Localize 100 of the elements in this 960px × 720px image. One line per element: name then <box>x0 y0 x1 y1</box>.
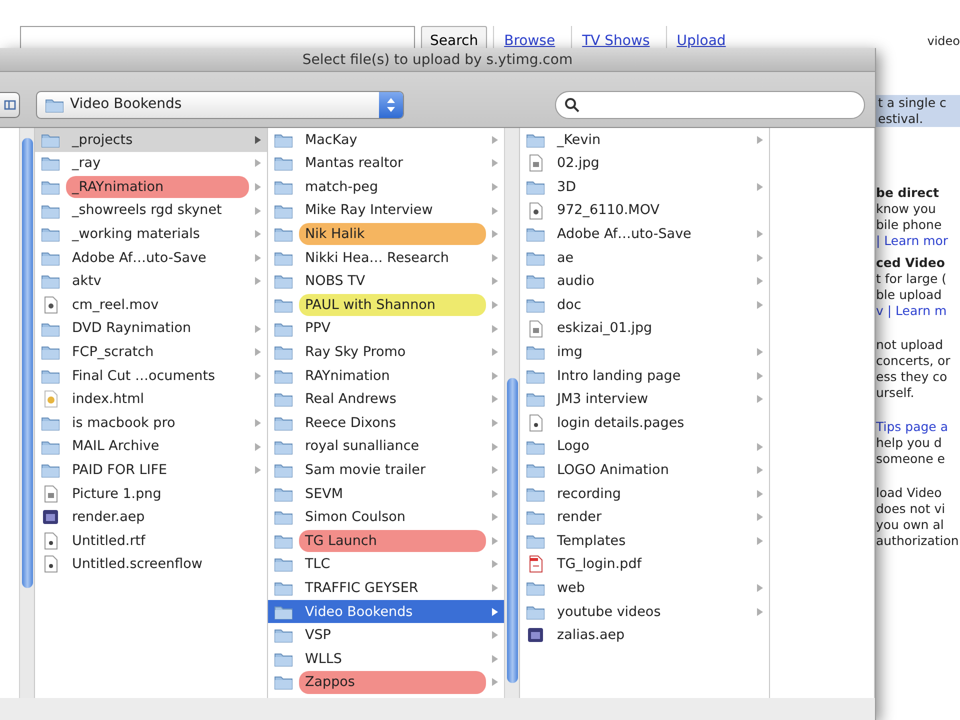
folder-item[interactable]: Adobe Af…uto-Save <box>35 246 267 270</box>
file-item[interactable]: 972_6110.MOV <box>520 198 769 222</box>
folder-item[interactable]: aktv <box>35 270 267 294</box>
view-button[interactable] <box>0 92 20 118</box>
scrollbar[interactable] <box>19 128 34 698</box>
folder-item[interactable]: Mike Ray Interview <box>268 198 504 222</box>
folder-item[interactable]: recording <box>520 482 769 506</box>
item-name: Untitled.screenflow <box>71 555 204 574</box>
folder-item[interactable]: is macbook pro <box>35 411 267 435</box>
folder-icon <box>274 438 293 455</box>
item-name: img <box>556 343 584 362</box>
folder-icon <box>41 368 60 384</box>
folder-item[interactable]: doc <box>520 293 769 317</box>
folder-item[interactable]: _RAYnimation <box>35 175 267 199</box>
folder-item[interactable]: Logo <box>520 434 769 458</box>
scrollbar[interactable] <box>504 128 519 698</box>
file-item[interactable]: TG_login.pdf <box>520 552 769 576</box>
item-name: Mike Ray Interview <box>304 201 434 220</box>
folder-item[interactable]: royal sunalliance <box>268 434 504 458</box>
folder-icon <box>526 296 545 313</box>
item-name: cm_reel.mov <box>71 296 160 315</box>
folder-item[interactable]: FCP_scratch <box>35 340 267 364</box>
folder-item[interactable]: Mantas realtor <box>268 152 504 176</box>
folder-item[interactable]: Nikki Hea… Research <box>268 246 504 270</box>
folder-item[interactable]: RAYnimation <box>268 364 504 388</box>
folder-icon <box>274 391 293 408</box>
disclosure-arrow-icon <box>492 418 498 427</box>
folder-item[interactable]: _ray <box>35 152 267 176</box>
item-name: _showreels rgd skynet <box>70 201 223 220</box>
folder-item[interactable]: Reece Dixons <box>268 411 504 435</box>
folder-item[interactable]: _Kevin <box>520 128 769 152</box>
folder-item[interactable]: DVD Raynimation <box>35 316 267 340</box>
file-item[interactable]: render.aep <box>35 506 267 530</box>
folder-icon <box>526 250 545 266</box>
item-name: MAIL Archive <box>71 437 160 456</box>
folder-item[interactable]: Adobe Af…uto-Save <box>520 222 769 246</box>
disclosure-arrow-icon <box>492 230 498 238</box>
file-item[interactable]: eskizai_01.jpg <box>520 316 769 340</box>
folder-item[interactable]: Real Andrews <box>268 388 504 412</box>
disclosure-arrow-icon <box>492 395 498 404</box>
body-text: not upload <box>876 337 944 353</box>
folder-item[interactable]: LOGO Animation <box>520 458 769 482</box>
item-name: WLLS <box>304 650 343 669</box>
folder-item[interactable]: Ray Sky Promo <box>268 340 504 364</box>
file-item[interactable]: 02.jpg <box>520 152 769 176</box>
disclosure-arrow-icon <box>492 466 498 474</box>
disclosure-arrow-icon <box>492 442 498 451</box>
file-item[interactable]: Untitled.screenflow <box>35 552 267 576</box>
folder-item[interactable]: Video Bookends <box>268 600 504 624</box>
folder-item[interactable]: Sam movie trailer <box>268 458 504 482</box>
search-field[interactable] <box>555 90 865 118</box>
folder-item[interactable]: VSP <box>268 623 504 648</box>
folder-item[interactable]: 3D <box>520 175 769 199</box>
file-item[interactable]: login details.pages <box>520 411 769 435</box>
folder-item[interactable]: _showreels rgd skynet <box>35 198 267 222</box>
folder-icon <box>41 226 60 242</box>
learn-more-link[interactable]: | Learn mor <box>876 233 960 249</box>
tips-link[interactable]: Tips page a <box>876 419 960 435</box>
folder-item[interactable]: Intro landing page <box>520 364 769 388</box>
file-item[interactable]: Picture 1.png <box>35 482 267 506</box>
folder-item[interactable]: img <box>520 340 769 364</box>
folder-item[interactable]: audio <box>520 270 769 294</box>
folder-item[interactable]: Nik Halik <box>268 222 504 246</box>
folder-icon <box>274 532 293 549</box>
body-text: authorization <box>876 533 960 549</box>
disclosure-arrow-icon <box>757 608 763 616</box>
location-popup[interactable]: Video Bookends <box>36 90 404 118</box>
folder-item[interactable]: _working materials <box>35 222 267 246</box>
file-item[interactable]: Untitled.rtf <box>35 529 267 553</box>
item-name: doc <box>556 296 582 315</box>
file-item[interactable]: zalias.aep <box>520 623 769 648</box>
folder-item[interactable]: TLC <box>268 552 504 576</box>
folder-item[interactable]: NOBS TV <box>268 270 504 294</box>
folder-item[interactable]: Templates <box>520 529 769 553</box>
folder-item[interactable]: Final Cut …ocuments <box>35 364 267 388</box>
folder-item[interactable]: TRAFFIC GEYSER <box>268 576 504 600</box>
folder-item[interactable]: Simon Coulson <box>268 506 504 530</box>
folder-item[interactable]: _projects <box>35 128 267 152</box>
file-item[interactable]: cm_reel.mov <box>35 293 267 317</box>
folder-item[interactable]: Zappos <box>268 670 504 694</box>
folder-icon <box>41 462 60 478</box>
folder-icon <box>274 556 293 572</box>
folder-item[interactable]: MacKay <box>268 128 504 152</box>
folder-item[interactable]: PAUL with Shannon <box>268 293 504 317</box>
folder-item[interactable]: JM3 interview <box>520 388 769 412</box>
folder-item[interactable]: youtube videos <box>520 600 769 624</box>
folder-item[interactable]: WLLS <box>268 647 504 671</box>
folder-item[interactable]: render <box>520 506 769 530</box>
folder-item[interactable]: SEVM <box>268 482 504 506</box>
folder-item[interactable]: MAIL Archive <box>35 434 267 458</box>
folder-item[interactable]: ae <box>520 246 769 270</box>
folder-item[interactable]: PAID FOR LIFE <box>35 458 267 482</box>
folder-item[interactable]: PPV <box>268 316 504 340</box>
folder-item[interactable]: TG Launch <box>268 529 504 553</box>
learn-more-link[interactable]: v | Learn m <box>876 303 960 319</box>
folder-item[interactable]: match-peg <box>268 175 504 199</box>
disclosure-arrow-icon <box>757 348 763 356</box>
folder-item[interactable]: web <box>520 576 769 600</box>
item-name: zalias.aep <box>556 626 626 646</box>
file-item[interactable]: index.html <box>35 388 267 412</box>
